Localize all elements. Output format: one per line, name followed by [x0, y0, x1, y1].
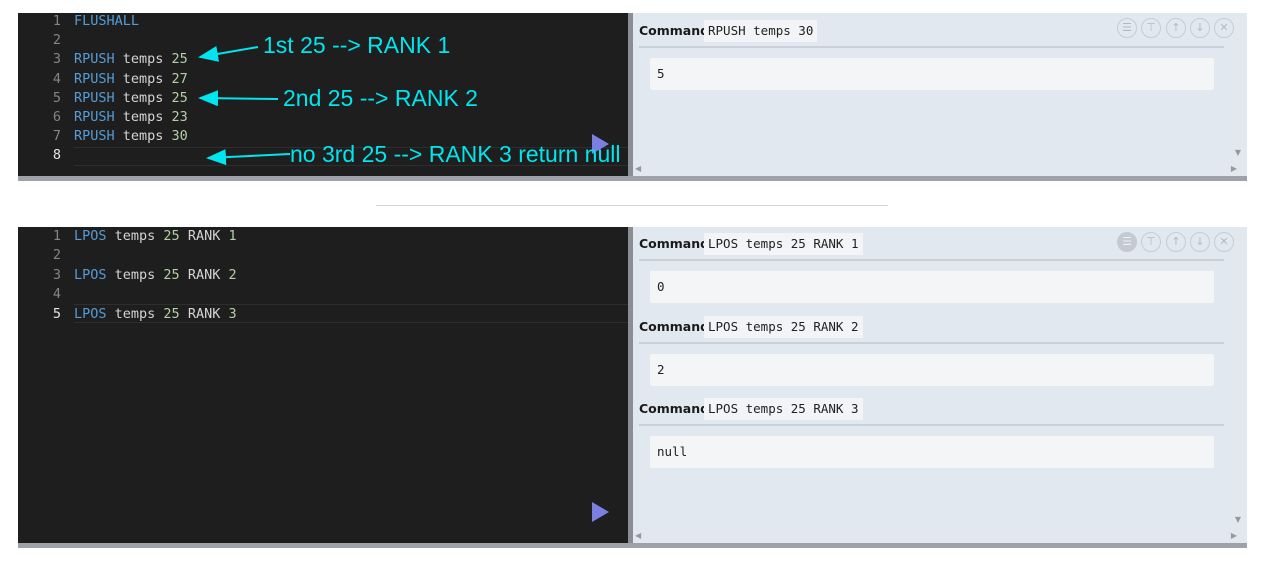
- command-row: Command RPUSH temps 30: [639, 20, 1219, 42]
- code-token: FLUSHALL: [74, 13, 140, 29]
- panel-bottom-bar: [18, 176, 1247, 181]
- result-box: 5: [650, 58, 1214, 90]
- line-number: 5: [52, 305, 61, 322]
- code-token: 1: [228, 228, 237, 244]
- command-separator: [639, 341, 1224, 344]
- panel-bottom-bar: [18, 543, 1247, 548]
- line-number: 5: [52, 89, 61, 106]
- top-results-pane: ☰ ⊤ ↑ ↓ ✕ ▼ ◀ ▶ Command RPUSH temps 30 5: [628, 13, 1247, 176]
- command-text: RPUSH temps 30: [704, 20, 818, 42]
- bottom-code-editor[interactable]: 1 LPOS temps 25 RANK 1 2 3 LPOS temps 25 RAN…: [18, 227, 628, 543]
- line-number: 7: [52, 128, 61, 145]
- code-token: LPOS: [74, 228, 107, 244]
- code-token: 27: [171, 70, 188, 87]
- line-number: 8: [52, 147, 61, 164]
- editor-line[interactable]: 5 LPOS temps 25 RANK 3: [18, 305, 628, 324]
- code-text: LPOS temps 25 RANK 2: [74, 266, 237, 285]
- code-token: 25: [171, 51, 188, 68]
- code-token: RANK: [179, 305, 229, 322]
- code-text: RPUSH temps 23: [74, 108, 188, 127]
- section-divider: [376, 205, 888, 206]
- code-token: 25: [171, 89, 188, 106]
- code-token: LPOS: [74, 266, 107, 283]
- code-text: LPOS temps 25 RANK 1: [74, 227, 237, 246]
- code-token: RANK: [179, 266, 229, 283]
- code-token: 25: [163, 305, 180, 322]
- code-token: RPUSH: [74, 128, 115, 145]
- scroll-down-arrow[interactable]: ▼: [1235, 515, 1241, 524]
- code-text: FLUSHALL: [74, 13, 139, 31]
- annotation-first-rank: 1st 25 --> RANK 1: [263, 32, 451, 58]
- command-separator: [639, 424, 1224, 426]
- code-text: RPUSH temps 27: [74, 70, 188, 89]
- code-text: LPOS temps 25 RANK 3: [74, 305, 237, 324]
- editor-line[interactable]: 3 LPOS temps 25 RANK 2: [18, 266, 628, 285]
- code-token: 25: [163, 266, 180, 283]
- line-number: 3: [52, 266, 61, 283]
- code-token: temps: [114, 70, 172, 87]
- code-token: temps: [114, 51, 172, 68]
- result-value: null: [657, 444, 688, 459]
- result-value: 5: [657, 66, 665, 81]
- bottom-results-pane: ☰ ⊤ ↑ ↓ ✕ ▼ ◀ ▶ Command LPOS temps 25 RANK…: [628, 227, 1247, 543]
- code-token: RPUSH: [74, 109, 115, 125]
- line-number: 4: [52, 286, 61, 303]
- scroll-down-arrow[interactable]: ▼: [1235, 148, 1241, 157]
- command-text: LPOS temps 25 RANK 1: [704, 233, 863, 255]
- code-text: RPUSH temps 30: [74, 127, 188, 146]
- line-number: 2: [52, 247, 61, 264]
- line-number: 1: [52, 228, 61, 244]
- command-label: Command: [639, 236, 710, 251]
- code-token: temps: [114, 109, 172, 125]
- command-separator: [639, 259, 1224, 261]
- code-token: RPUSH: [74, 51, 115, 68]
- command-row: Command LPOS temps 25 RANK 3: [639, 398, 1219, 420]
- bottom-workbench-panel: 1 LPOS temps 25 RANK 1 2 3 LPOS temps 25 RAN…: [18, 227, 1247, 549]
- code-token: temps: [106, 305, 164, 322]
- code-token: temps: [106, 228, 164, 244]
- command-label: Command: [639, 23, 710, 38]
- result-box: 0: [650, 271, 1214, 303]
- command-text: LPOS temps 25 RANK 2: [704, 315, 863, 338]
- line-number: 4: [52, 70, 61, 87]
- code-token: RPUSH: [74, 70, 115, 87]
- run-button[interactable]: [592, 502, 609, 522]
- code-token: 25: [163, 228, 180, 244]
- code-token: LPOS: [74, 305, 107, 322]
- code-token: temps: [114, 128, 172, 145]
- result-box: 2: [650, 353, 1214, 386]
- annotation-third-rank: no 3rd 25 --> RANK 3 return null: [290, 141, 621, 167]
- result-value: 2: [657, 361, 665, 377]
- line-number: 3: [52, 51, 61, 68]
- code-token: 2: [228, 266, 237, 283]
- command-separator: [639, 46, 1224, 48]
- code-token: 30: [171, 128, 188, 145]
- code-text: RPUSH temps 25: [74, 50, 188, 69]
- code-token: 23: [171, 109, 188, 125]
- editor-line[interactable]: 1 LPOS temps 25 RANK 1: [18, 227, 628, 246]
- code-text: RPUSH temps 25: [74, 89, 188, 108]
- horizontal-scrollbar[interactable]: ◀ ▶: [633, 163, 1247, 174]
- line-number: 2: [52, 32, 61, 49]
- code-token: RANK: [179, 228, 229, 244]
- result-box: null: [650, 436, 1214, 468]
- command-text: LPOS temps 25 RANK 3: [704, 398, 863, 420]
- editor-line[interactable]: 2: [18, 246, 628, 265]
- command-row: Command LPOS temps 25 RANK 1: [639, 233, 1219, 255]
- editor-line[interactable]: 4: [18, 285, 628, 304]
- command-label: Command: [639, 318, 710, 334]
- horizontal-scrollbar[interactable]: ◀ ▶: [633, 530, 1247, 541]
- editor-line[interactable]: 1 FLUSHALL: [18, 13, 628, 31]
- result-value: 0: [657, 279, 665, 294]
- code-token: RPUSH: [74, 89, 115, 106]
- line-number: 1: [52, 13, 61, 29]
- code-token: 3: [228, 305, 237, 322]
- top-workbench-panel: 1 FLUSHALL 2 3 RPUSH temps 25 4 RPUSH temps 27…: [18, 13, 1247, 182]
- line-number: 6: [52, 109, 61, 125]
- command-row: Command LPOS temps 25 RANK 2: [639, 315, 1219, 338]
- annotation-second-rank: 2nd 25 --> RANK 2: [283, 85, 478, 111]
- code-token: temps: [106, 266, 164, 283]
- command-label: Command: [639, 401, 710, 416]
- code-token: temps: [114, 89, 172, 106]
